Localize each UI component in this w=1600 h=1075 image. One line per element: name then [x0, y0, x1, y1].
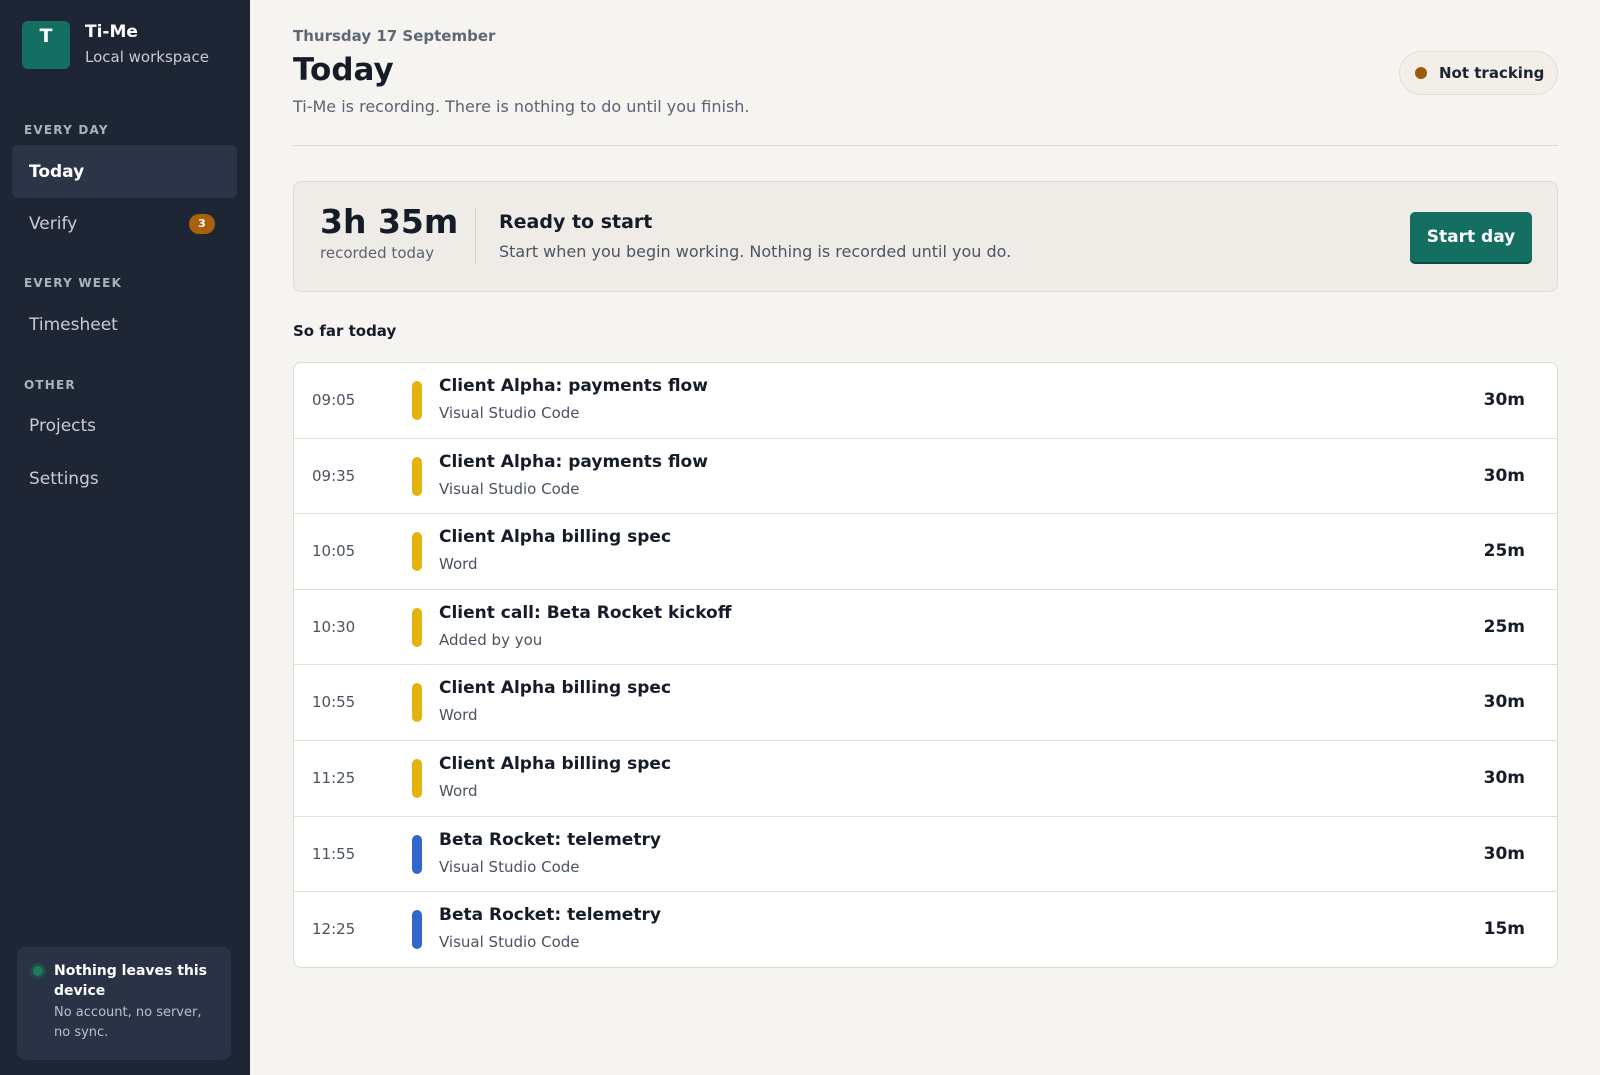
entry-duration: 30m	[1483, 843, 1525, 864]
list-item[interactable]: 11:55 Beta Rocket: telemetry Visual Stud…	[294, 817, 1557, 893]
brand-text: Ti-Me Local workspace	[85, 21, 209, 66]
entries-list: 09:05 Client Alpha: payments flow Visual…	[293, 362, 1558, 968]
entry-title: Client Alpha billing spec	[439, 753, 672, 774]
total-recorded: 3h 35m	[320, 202, 459, 241]
list-item[interactable]: 09:35 Client Alpha: payments flow Visual…	[294, 439, 1557, 515]
entry-source: Word	[439, 781, 478, 800]
status-dot-icon	[1415, 67, 1427, 79]
entry-title: Beta Rocket: telemetry	[439, 829, 661, 850]
tracking-status-badge: Not tracking	[1399, 51, 1558, 95]
ready-title: Ready to start	[499, 211, 653, 233]
entry-source: Visual Studio Code	[439, 479, 580, 498]
page-title: Today	[293, 52, 394, 88]
entry-duration: 30m	[1483, 390, 1525, 410]
sidebar: T Ti-Me Local workspace EVERY DAY Today …	[0, 0, 250, 1075]
privacy-title: Nothing leaves this device	[54, 963, 208, 999]
entry-source: Word	[439, 555, 478, 574]
entry-title: Client call: Beta Rocket kickoff	[439, 602, 732, 623]
list-item[interactable]: 11:25 Client Alpha billing spec Word 30m	[294, 741, 1557, 817]
nav-section-every-day: EVERY DAY	[24, 123, 109, 137]
entry-time: 12:25	[312, 920, 356, 939]
entry-time: 09:35	[312, 466, 356, 485]
page-subtitle: Ti-Me is recording. There is nothing to …	[293, 97, 750, 116]
project-color-bar	[412, 381, 422, 420]
list-item[interactable]: 10:05 Client Alpha billing spec Word 25m	[294, 514, 1557, 590]
entry-duration: 25m	[1483, 616, 1525, 637]
summary-divider	[475, 208, 476, 264]
total-recorded-label: recorded today	[320, 244, 435, 262]
workspace-name: Local workspace	[85, 48, 209, 66]
nav-section-other: OTHER	[24, 378, 76, 392]
entry-duration: 15m	[1483, 919, 1525, 940]
entry-title: Client Alpha: payments flow	[439, 376, 708, 396]
sidebar-item-label: Verify	[29, 213, 78, 234]
start-day-button[interactable]: Start day	[1410, 212, 1532, 262]
entry-source: Word	[439, 706, 478, 725]
sidebar-item-label: Timesheet	[29, 314, 118, 335]
so-far-today-heading: So far today	[293, 322, 397, 340]
entry-time: 11:25	[312, 768, 356, 787]
entry-duration: 30m	[1483, 767, 1525, 788]
sidebar-item-today[interactable]: Today	[12, 145, 237, 198]
sidebar-item-verify[interactable]: Verify 3	[12, 197, 237, 250]
entry-source: Visual Studio Code	[439, 857, 580, 876]
sidebar-item-label: Settings	[29, 468, 99, 489]
list-item[interactable]: 10:55 Client Alpha billing spec Word 30m	[294, 665, 1557, 741]
ready-subtitle: Start when you begin working. Nothing is…	[499, 242, 1012, 261]
entry-title: Client Alpha billing spec	[439, 678, 672, 699]
entry-time: 10:55	[312, 693, 356, 712]
entry-time: 10:05	[312, 542, 356, 561]
entry-duration: 30m	[1483, 692, 1525, 713]
nav-section-every-week: EVERY WEEK	[24, 276, 123, 290]
entry-duration: 30m	[1483, 465, 1525, 486]
entry-time: 10:30	[312, 617, 356, 636]
sidebar-item-label: Today	[29, 161, 85, 182]
app-name: Ti-Me	[85, 22, 138, 42]
status-dot-icon	[33, 966, 43, 976]
sidebar-item-projects[interactable]: Projects	[12, 399, 237, 452]
list-item[interactable]: 12:25 Beta Rocket: telemetry Visual Stud…	[294, 892, 1557, 967]
list-item[interactable]: 10:30 Client call: Beta Rocket kickoff A…	[294, 590, 1557, 666]
project-color-bar	[412, 758, 422, 798]
sidebar-item-label: Projects	[29, 415, 97, 436]
project-color-bar	[412, 456, 422, 496]
project-color-bar	[412, 532, 422, 572]
entry-duration: 25m	[1483, 541, 1525, 562]
entry-source: Visual Studio Code	[439, 933, 580, 952]
brand-logo: T	[22, 21, 70, 69]
project-color-bar	[412, 607, 422, 647]
sidebar-item-timesheet[interactable]: Timesheet	[12, 298, 237, 351]
entry-title: Client Alpha billing spec	[439, 527, 672, 548]
project-color-bar	[412, 683, 422, 723]
brand: T Ti-Me Local workspace	[22, 21, 209, 69]
privacy-subtitle: No account, no server, no sync.	[54, 1005, 202, 1040]
entry-time: 11:55	[312, 844, 356, 863]
project-color-bar	[412, 834, 422, 874]
tracking-status-label: Not tracking	[1439, 64, 1545, 82]
entry-title: Client Alpha: payments flow	[439, 451, 708, 472]
current-date: Thursday 17 September	[293, 27, 496, 45]
day-summary-card: 3h 35m recorded today Ready to start Sta…	[293, 181, 1558, 292]
project-color-bar	[412, 910, 422, 950]
entry-time: 09:05	[312, 391, 356, 409]
verify-count-badge: 3	[189, 213, 215, 234]
entry-source: Added by you	[439, 630, 543, 649]
privacy-notice: Nothing leaves this device No account, n…	[17, 947, 231, 1060]
header-divider	[293, 145, 1558, 146]
list-item[interactable]: 09:05 Client Alpha: payments flow Visual…	[294, 363, 1557, 439]
entry-title: Beta Rocket: telemetry	[439, 905, 661, 926]
entry-source: Visual Studio Code	[439, 404, 580, 422]
sidebar-item-settings[interactable]: Settings	[12, 452, 237, 505]
